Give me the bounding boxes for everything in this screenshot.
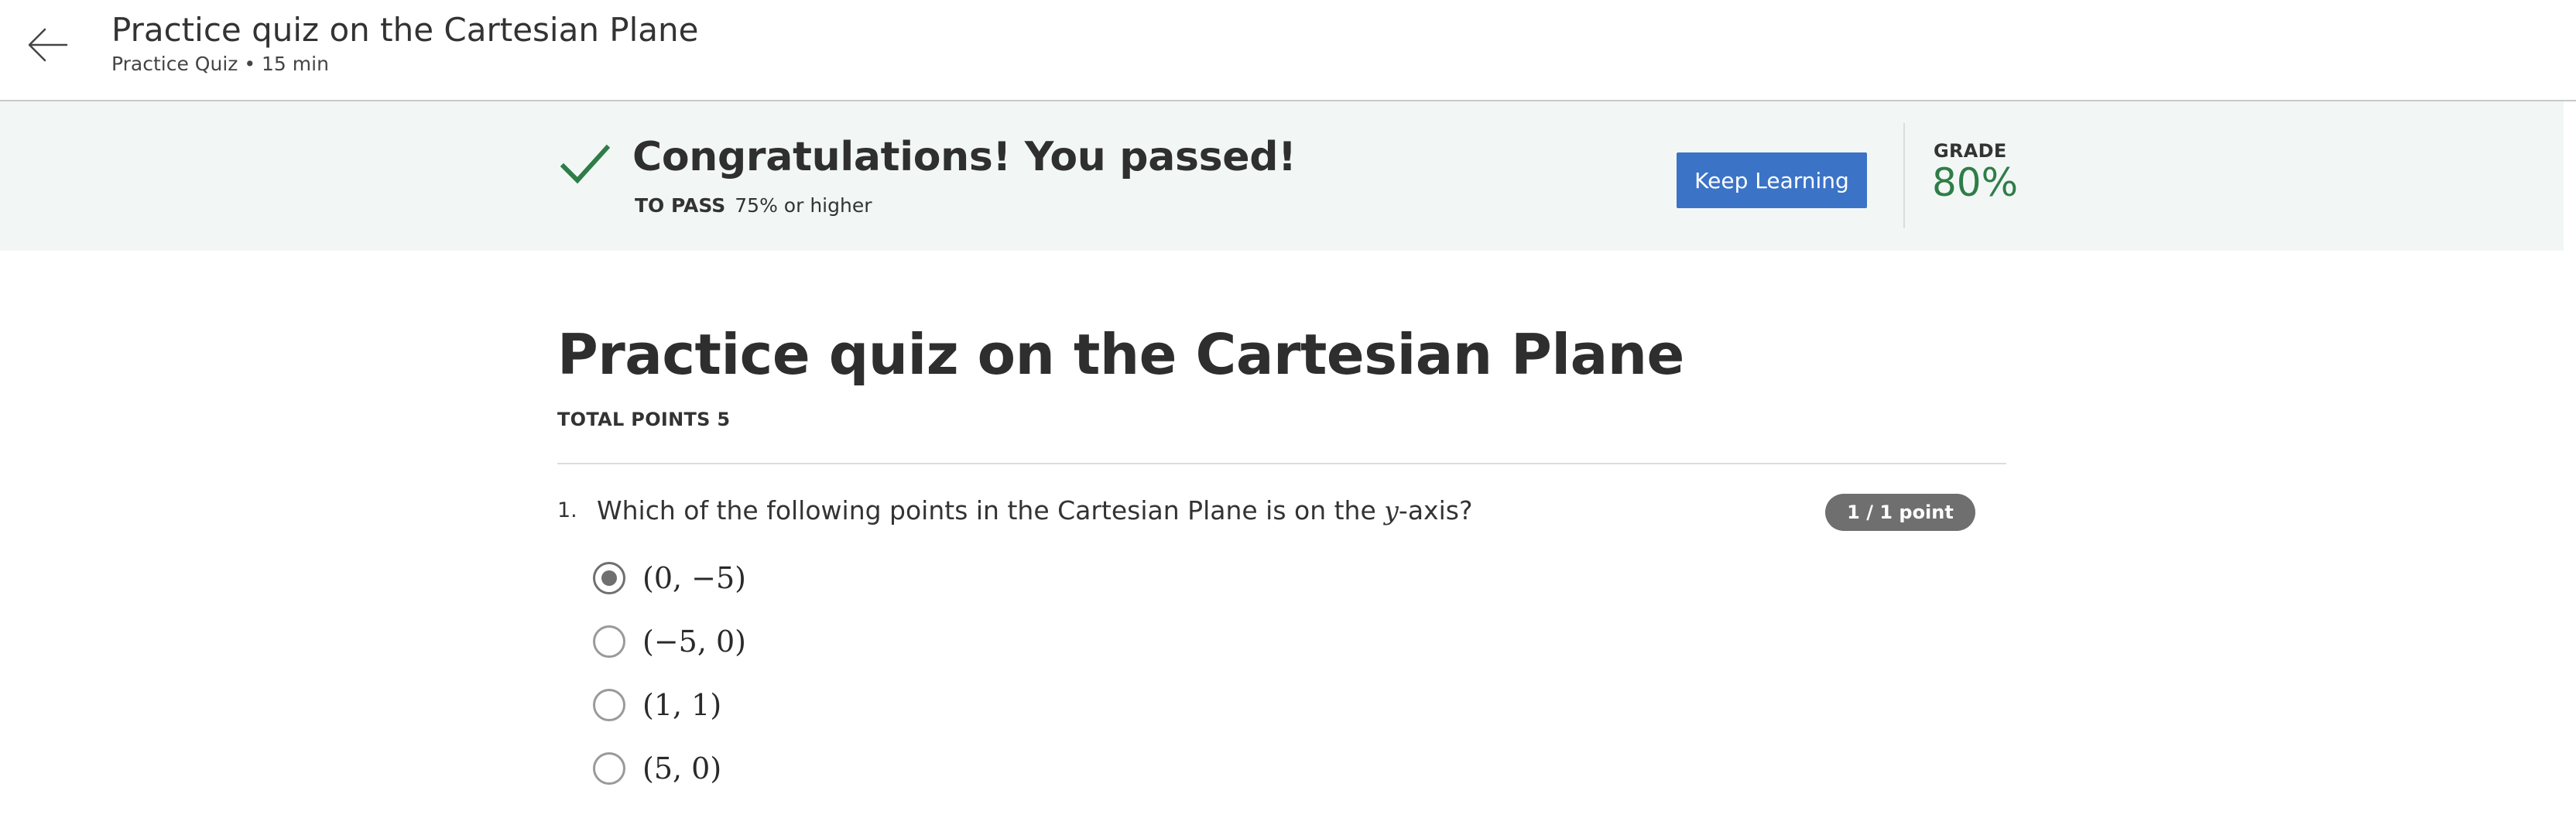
answer-option-label: (−5, 0) (642, 625, 747, 659)
question-text-start: Which of the following points in the Car… (597, 495, 1385, 525)
answer-option-4[interactable]: (5, 0) (593, 749, 721, 788)
answer-option-1[interactable]: (0, −5) (593, 559, 746, 597)
question-number: 1. (557, 498, 577, 522)
section-divider (557, 463, 2006, 464)
back-button[interactable] (23, 20, 73, 70)
grade-value: 80% (1932, 160, 2019, 205)
quiz-title: Practice quiz on the Cartesian Plane (557, 322, 1684, 387)
answer-option-2[interactable]: (−5, 0) (593, 622, 746, 661)
arrow-left-icon (28, 28, 68, 62)
keep-learning-button[interactable]: Keep Learning (1677, 152, 1867, 208)
question-text: Which of the following points in the Car… (597, 495, 1472, 525)
grade-label: GRADE (1934, 140, 2007, 162)
to-pass-value: 75% or higher (735, 194, 872, 217)
pass-requirement: TO PASS 75% or higher (635, 194, 872, 217)
total-points: TOTAL POINTS 5 (557, 409, 731, 430)
to-pass-label: TO PASS (635, 194, 726, 217)
answer-option-label: (0, −5) (642, 561, 747, 595)
radio-button[interactable] (593, 752, 625, 785)
result-banner: Congratulations! You passed! TO PASS 75% … (0, 101, 2564, 251)
question-text-end: -axis? (1398, 495, 1473, 525)
points-badge: 1 / 1 point (1825, 494, 1975, 531)
question-variable: y (1384, 495, 1399, 525)
checkmark-icon (560, 144, 610, 184)
radio-button[interactable] (593, 689, 625, 721)
header-subtitle: Practice Quiz • 15 min (111, 53, 329, 75)
answer-option-label: (1, 1) (642, 688, 722, 722)
header-title: Practice quiz on the Cartesian Plane (111, 11, 699, 49)
banner-divider (1903, 123, 1905, 228)
answer-option-3[interactable]: (1, 1) (593, 686, 721, 724)
top-header: Practice quiz on the Cartesian Plane Pra… (0, 0, 2576, 101)
radio-button-selected[interactable] (593, 562, 625, 594)
answer-option-label: (5, 0) (642, 751, 722, 786)
pass-message: Congratulations! You passed! (632, 134, 1297, 180)
radio-button[interactable] (593, 625, 625, 658)
